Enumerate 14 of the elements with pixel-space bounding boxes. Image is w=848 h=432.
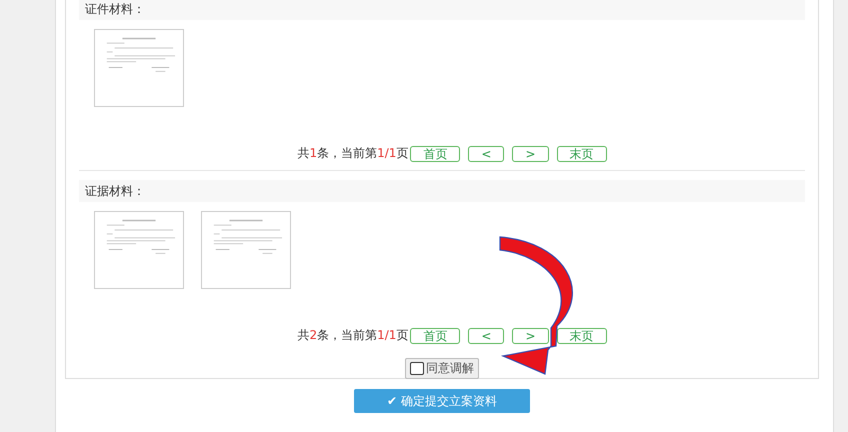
section-title: 证据材料： bbox=[79, 180, 805, 202]
pagination-button[interactable]: > bbox=[512, 146, 549, 162]
pagination-button[interactable]: < bbox=[468, 328, 504, 344]
pagination-summary: 共1条，当前第1/1页 bbox=[297, 145, 408, 162]
pagination-button[interactable]: 首页 bbox=[410, 146, 460, 162]
pagination-button[interactable]: < bbox=[468, 146, 504, 162]
pagination-button[interactable]: 末页 bbox=[556, 328, 607, 344]
pagination-button[interactable]: 末页 bbox=[556, 146, 607, 162]
pagination-summary: 共2条，当前第1/1页 bbox=[297, 327, 408, 344]
pagination-button[interactable]: 首页 bbox=[410, 328, 460, 344]
pagination-button[interactable]: > bbox=[512, 328, 549, 344]
agree-mediation-checkbox[interactable]: 同意调解 bbox=[405, 358, 479, 379]
section-title: 证件材料： bbox=[79, 0, 805, 20]
submit-button[interactable]: ✔ 确定提交立案资料 bbox=[354, 389, 530, 413]
